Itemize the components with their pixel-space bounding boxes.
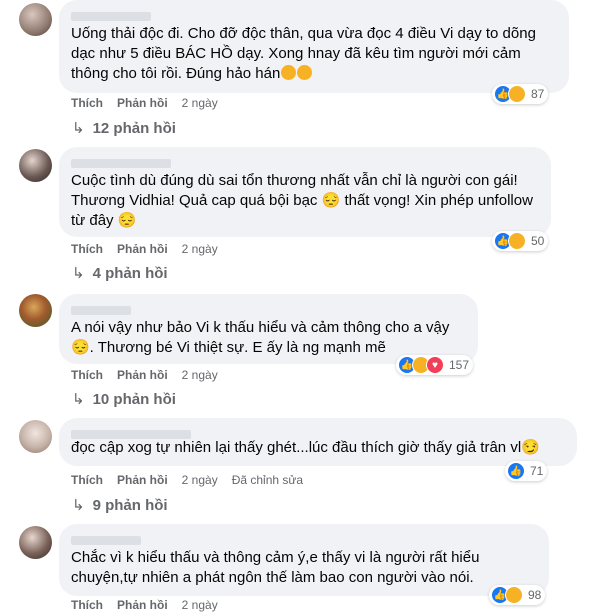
like-icon: 👍 [507, 462, 525, 480]
comment-text: Uống thải độc đi. Cho đỡ độc thân, qua v… [71, 25, 536, 82]
timestamp[interactable]: 2 ngày [182, 96, 218, 110]
haha-icon [508, 85, 526, 103]
avatar[interactable] [19, 149, 52, 182]
reply-arrow-icon: ↳ [72, 391, 85, 408]
reaction-summary[interactable]: 👍 87 [492, 84, 549, 104]
reply-arrow-icon: ↳ [72, 497, 85, 514]
reply-arrow-icon: ↳ [72, 120, 85, 137]
reaction-count: 98 [528, 588, 542, 602]
replies-count: 12 phản hồi [92, 120, 176, 137]
reply-button[interactable]: Phản hồi [117, 473, 168, 487]
like-button[interactable]: Thích [71, 96, 103, 110]
commenter-name-redacted[interactable] [71, 155, 539, 168]
comment-bubble: A nói vậy như bảo Vi k thấu hiểu và cảm … [59, 294, 478, 364]
comment-text: A nói vậy như bảo Vi k thấu hiểu và cảm … [71, 319, 450, 356]
commenter-name-redacted[interactable] [71, 302, 466, 315]
commenter-name-redacted[interactable] [71, 426, 565, 439]
reply-arrow-icon: ↳ [72, 265, 85, 282]
rofl-emoji-icon [281, 65, 297, 80]
view-replies-button[interactable]: ↳ 4 phản hồi [72, 264, 168, 282]
haha-icon [505, 586, 523, 604]
comment-text: Cuộc tình dù đúng dù sai tổn thương nhất… [71, 172, 533, 229]
comment-bubble: Cuộc tình dù đúng dù sai tổn thương nhất… [59, 147, 551, 237]
comment-text: Chắc vì k hiểu thấu và thông cảm ý,e thấ… [71, 549, 480, 586]
reaction-count: 87 [531, 87, 545, 101]
sad-icon [508, 232, 526, 250]
reply-button[interactable]: Phản hồi [117, 368, 168, 382]
comment-actions: Thích Phản hồi 2 ngày [71, 96, 232, 110]
avatar[interactable] [19, 3, 52, 36]
replies-count: 10 phản hồi [92, 391, 176, 408]
reaction-count: 50 [531, 234, 545, 248]
comment-actions: Thích Phản hồi 2 ngày [71, 368, 232, 382]
replies-count: 4 phản hồi [92, 265, 168, 282]
like-button[interactable]: Thích [71, 473, 103, 487]
reaction-summary[interactable]: 👍 ♥ 157 [396, 355, 474, 375]
like-button[interactable]: Thích [71, 368, 103, 382]
love-icon: ♥ [426, 356, 444, 374]
timestamp[interactable]: 2 ngày [182, 242, 218, 256]
comment-actions: Thích Phản hồi 2 ngày Đã chỉnh sửa [71, 473, 317, 487]
view-replies-button[interactable]: ↳ 9 phản hồi [72, 496, 168, 514]
reply-button[interactable]: Phản hồi [117, 96, 168, 110]
commenter-name-redacted[interactable] [71, 8, 557, 21]
view-replies-button[interactable]: ↳ 12 phản hồi [72, 119, 176, 137]
comment-bubble: Chắc vì k hiểu thấu và thông cảm ý,e thấ… [59, 524, 549, 596]
comment-actions: Thích Phản hồi 2 ngày [71, 598, 232, 612]
reply-button[interactable]: Phản hồi [117, 242, 168, 256]
timestamp[interactable]: 2 ngày [182, 473, 218, 487]
reaction-summary[interactable]: 👍 50 [492, 231, 549, 251]
commenter-name-redacted[interactable] [71, 532, 537, 545]
reaction-summary[interactable]: 👍 71 [505, 461, 548, 481]
timestamp[interactable]: 2 ngày [182, 368, 218, 382]
edited-label: Đã chỉnh sửa [231, 473, 304, 487]
avatar[interactable] [19, 294, 52, 327]
reaction-count: 157 [449, 358, 470, 372]
rofl-emoji-icon [297, 65, 313, 80]
timestamp[interactable]: 2 ngày [182, 598, 218, 612]
reaction-summary[interactable]: 👍 98 [489, 585, 546, 605]
comment-bubble: đọc cập xog tự nhiên lại thấy ghét...lúc… [59, 418, 577, 466]
avatar[interactable] [19, 420, 52, 453]
comment-bubble: Uống thải độc đi. Cho đỡ độc thân, qua v… [59, 0, 569, 93]
comment-text: đọc cập xog tự nhiên lại thấy ghét...lúc… [71, 439, 540, 456]
comment-actions: Thích Phản hồi 2 ngày [71, 242, 232, 256]
replies-count: 9 phản hồi [92, 497, 168, 514]
view-replies-button[interactable]: ↳ 10 phản hồi [72, 390, 176, 408]
like-button[interactable]: Thích [71, 598, 103, 612]
like-button[interactable]: Thích [71, 242, 103, 256]
reply-button[interactable]: Phản hồi [117, 598, 168, 612]
avatar[interactable] [19, 526, 52, 559]
reaction-count: 71 [530, 464, 544, 478]
